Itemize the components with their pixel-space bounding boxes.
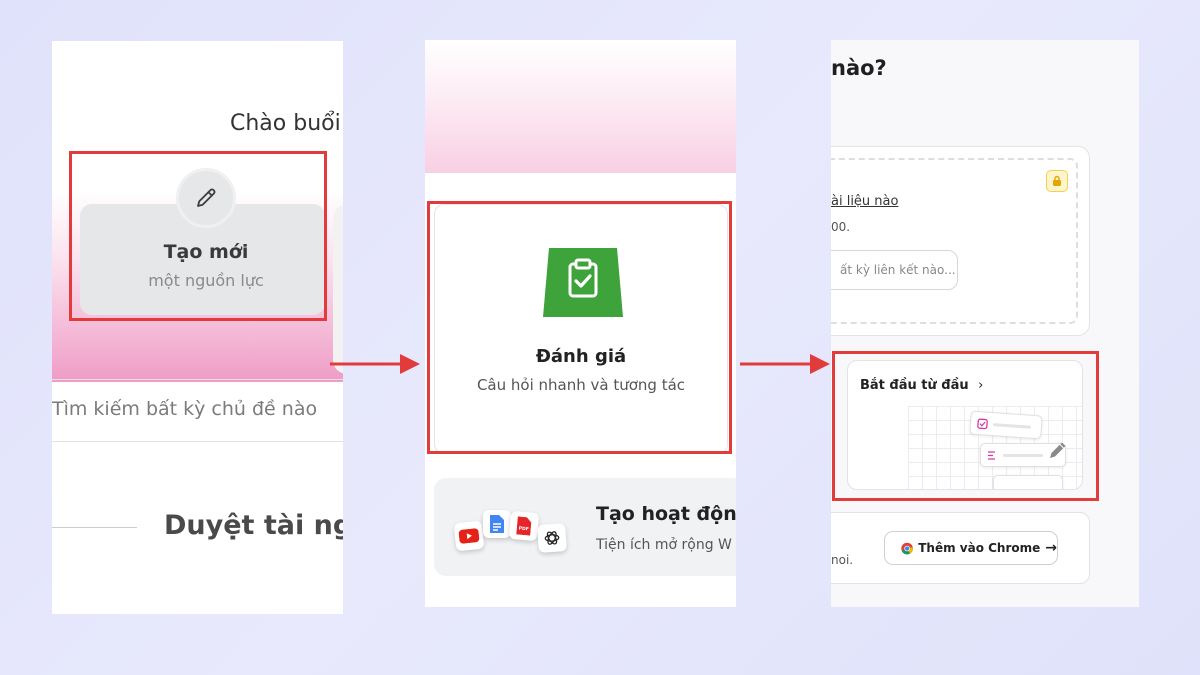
upload-limit-text: 00.	[831, 220, 851, 234]
step2-panel: Đánh giá Câu hỏi nhanh và tương tác PDF …	[425, 40, 736, 607]
page-heading: nào?	[831, 56, 887, 80]
divider	[52, 379, 343, 380]
create-activity-title: Tạo hoạt động	[596, 503, 736, 525]
pdf-label: PDF	[518, 526, 529, 533]
arrow-right-icon: →	[1045, 540, 1057, 556]
section-divider	[52, 527, 137, 528]
arrow-right-icon	[330, 354, 420, 374]
highlight-box-step2	[427, 201, 732, 454]
divider	[52, 441, 343, 442]
upload-document-link[interactable]: ài liệu nào	[831, 194, 898, 209]
extension-description: noi.	[831, 553, 854, 567]
lock-icon	[1046, 170, 1068, 192]
openai-icon	[537, 523, 567, 553]
adjacent-card[interactable]	[333, 204, 343, 374]
upload-dropzone[interactable]	[831, 158, 1078, 324]
step3-panel: nào? ài liệu nào 00. ất kỳ liên kết nào.…	[831, 40, 1139, 607]
google-docs-icon	[483, 510, 511, 538]
add-to-chrome-button[interactable]: Thêm vào Chrome →	[884, 531, 1058, 565]
browse-heading: Duyệt tài ngu	[164, 510, 343, 541]
arrow-right-icon	[740, 354, 830, 374]
create-activity-subtitle: Tiện ích mở rộng W	[596, 537, 732, 553]
youtube-icon	[453, 520, 485, 552]
greeting-text: Chào buổi	[230, 111, 341, 136]
link-input[interactable]: ất kỳ liên kết nào...	[831, 250, 958, 290]
chrome-icon	[901, 542, 913, 554]
search-input[interactable]: Tìm kiếm bất kỳ chủ đề nào	[52, 398, 317, 420]
hero-gradient	[425, 40, 736, 173]
highlight-box-step1	[69, 151, 327, 321]
highlight-box-step3	[832, 351, 1099, 501]
add-to-chrome-label: Thêm vào Chrome	[918, 541, 1041, 555]
step1-panel: Chào buổi Tạo mới một nguồn lực Tìm kiếm…	[52, 41, 343, 614]
pdf-icon: PDF	[508, 510, 540, 542]
